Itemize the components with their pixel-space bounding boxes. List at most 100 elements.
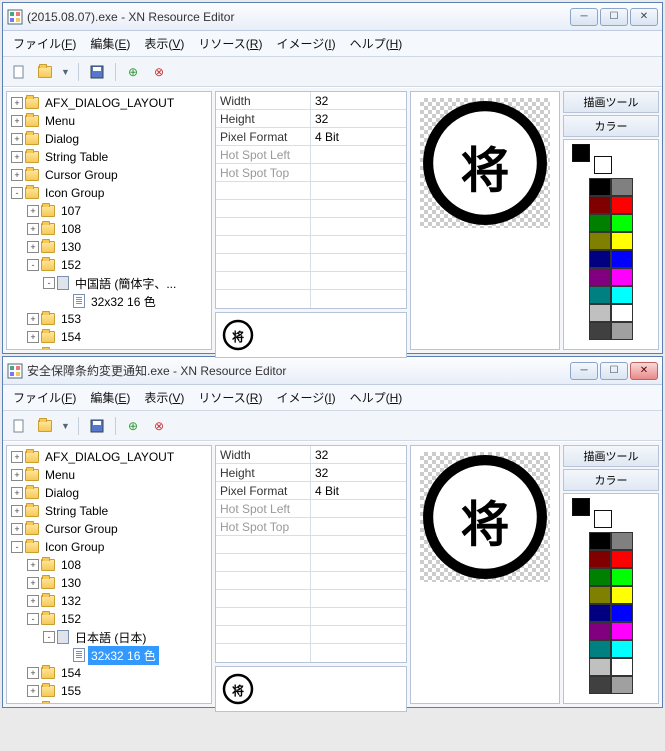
- tree-label[interactable]: Menu: [42, 467, 78, 483]
- resource-tree[interactable]: + AFX_DIALOG_LAYOUT + Menu+Dialog + String Ta…: [6, 445, 212, 704]
- maximize-button[interactable]: ☐: [600, 362, 628, 380]
- tree-label[interactable]: Dialog: [42, 131, 82, 147]
- tree-node[interactable]: +Dialog: [7, 484, 211, 502]
- palette-swatch[interactable]: [611, 322, 633, 340]
- tree-node[interactable]: +154: [7, 664, 211, 682]
- tree-label[interactable]: 153: [58, 311, 84, 327]
- palette-swatch[interactable]: [611, 550, 633, 568]
- icon-editor[interactable]: 将: [410, 91, 560, 350]
- menu-E[interactable]: 編集(E): [90, 35, 130, 52]
- tree-expander[interactable]: +: [11, 451, 23, 463]
- close-button[interactable]: ✕: [630, 362, 658, 380]
- tree-node[interactable]: +132: [7, 592, 211, 610]
- tree-node[interactable]: +Cursor Group: [7, 166, 211, 184]
- palette-swatch[interactable]: [611, 196, 633, 214]
- palette-swatch[interactable]: [589, 550, 611, 568]
- palette-swatch[interactable]: [611, 178, 633, 196]
- minimize-button[interactable]: ─: [570, 362, 598, 380]
- palette-swatch[interactable]: [589, 532, 611, 550]
- open-file-button[interactable]: [35, 416, 55, 436]
- menu-R[interactable]: リソース(R): [198, 389, 262, 406]
- palette-swatch[interactable]: [589, 568, 611, 586]
- tree-node[interactable]: +AFX_DIALOG_LAYOUT: [7, 94, 211, 112]
- icon-editor[interactable]: 将: [410, 445, 560, 704]
- palette-swatch[interactable]: [589, 178, 611, 196]
- tree-expander[interactable]: +: [27, 313, 39, 325]
- tree-node[interactable]: 32x32 16 色: [7, 292, 211, 310]
- tree-node[interactable]: -152: [7, 610, 211, 628]
- tree-label[interactable]: Icon Group: [42, 185, 107, 201]
- tree-label[interactable]: 152: [58, 257, 84, 273]
- palette-swatch[interactable]: [589, 658, 611, 676]
- tree-node[interactable]: 32x32 16 色: [7, 646, 211, 664]
- menu-V[interactable]: 表示(V): [144, 35, 184, 52]
- tree-label[interactable]: String Table: [42, 149, 111, 165]
- fg-bg-swatch[interactable]: [572, 144, 612, 174]
- tree-node[interactable]: -Icon Group: [7, 184, 211, 202]
- tree-expander[interactable]: -: [43, 631, 55, 643]
- tree-node[interactable]: +130: [7, 238, 211, 256]
- tree-expander[interactable]: +: [11, 97, 23, 109]
- tree-expander[interactable]: +: [11, 115, 23, 127]
- prop-value[interactable]: 32: [311, 446, 406, 463]
- menu-I[interactable]: イメージ(I): [276, 35, 335, 52]
- tree-label[interactable]: 154: [58, 329, 84, 345]
- tree-label[interactable]: String Table: [42, 503, 111, 519]
- menu-V[interactable]: 表示(V): [144, 389, 184, 406]
- palette-swatch[interactable]: [611, 268, 633, 286]
- maximize-button[interactable]: ☐: [600, 8, 628, 26]
- tree-expander[interactable]: -: [27, 259, 39, 271]
- tree-label[interactable]: 130: [58, 575, 84, 591]
- tree-expander[interactable]: +: [27, 577, 39, 589]
- tree-node[interactable]: +String Table: [7, 148, 211, 166]
- tree-expander[interactable]: -: [43, 277, 55, 289]
- tree-node[interactable]: +107: [7, 202, 211, 220]
- add-resource-button[interactable]: ⊕: [124, 62, 144, 82]
- menu-F[interactable]: ファイル(F): [13, 35, 76, 52]
- palette-swatch[interactable]: [589, 640, 611, 658]
- palette-swatch[interactable]: [611, 286, 633, 304]
- tree-label[interactable]: 156: [58, 701, 84, 704]
- palette-swatch[interactable]: [589, 232, 611, 250]
- resource-tree[interactable]: +AFX_DIALOG_LAYOUT+Menu+Dialog+String Ta…: [6, 91, 212, 350]
- tree-label[interactable]: 155: [58, 683, 84, 699]
- tree-expander[interactable]: +: [27, 349, 39, 350]
- palette-swatch[interactable]: [589, 250, 611, 268]
- tree-expander[interactable]: +: [27, 685, 39, 697]
- tree-node[interactable]: +155: [7, 682, 211, 700]
- palette-swatch[interactable]: [589, 622, 611, 640]
- palette-swatch[interactable]: [589, 304, 611, 322]
- palette-swatch[interactable]: [589, 676, 611, 694]
- tree-expander[interactable]: +: [11, 169, 23, 181]
- tree-expander[interactable]: +: [27, 703, 39, 704]
- palette-swatch[interactable]: [611, 640, 633, 658]
- palette-swatch[interactable]: [589, 286, 611, 304]
- palette-swatch[interactable]: [589, 214, 611, 232]
- tree-label[interactable]: 130: [58, 239, 84, 255]
- tree-label[interactable]: 108: [58, 221, 84, 237]
- tree-label[interactable]: 32x32 16 色: [88, 292, 159, 311]
- tree-expander[interactable]: -: [11, 541, 23, 553]
- tree-node[interactable]: +156: [7, 700, 211, 704]
- menu-H[interactable]: ヘルプ(H): [350, 389, 403, 406]
- remove-resource-button[interactable]: ⊗: [150, 62, 170, 82]
- tree-node[interactable]: +154: [7, 328, 211, 346]
- palette-swatch[interactable]: [611, 232, 633, 250]
- palette-swatch[interactable]: [611, 676, 633, 694]
- tree-expander[interactable]: +: [27, 559, 39, 571]
- tree-label[interactable]: 155: [58, 347, 84, 350]
- tree-node[interactable]: +Cursor Group: [7, 520, 211, 538]
- palette-swatch[interactable]: [589, 196, 611, 214]
- tree-expander[interactable]: +: [27, 595, 39, 607]
- tree-expander[interactable]: +: [27, 241, 39, 253]
- save-button[interactable]: [87, 62, 107, 82]
- close-button[interactable]: ✕: [630, 8, 658, 26]
- tree-label[interactable]: AFX_DIALOG_LAYOUT: [42, 449, 177, 465]
- tree-expander[interactable]: +: [11, 505, 23, 517]
- tree-node[interactable]: -日本語 (日本): [7, 628, 211, 646]
- tree-node[interactable]: -Icon Group: [7, 538, 211, 556]
- palette-swatch[interactable]: [611, 532, 633, 550]
- tree-label[interactable]: 152: [58, 611, 84, 627]
- tree-label[interactable]: 107: [58, 203, 84, 219]
- palette-swatch[interactable]: [589, 322, 611, 340]
